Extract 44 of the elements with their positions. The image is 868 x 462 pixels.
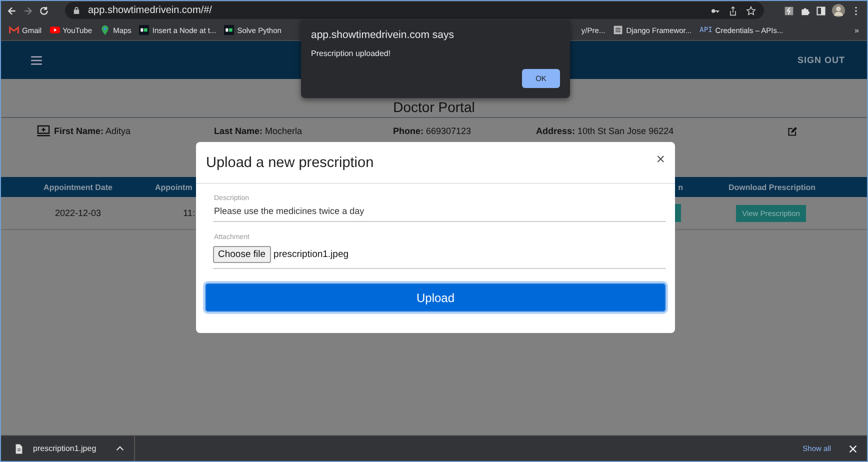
address-bar[interactable]: app.showtimedrivein.com/#/ [65,2,764,19]
dialog-title: Upload a new prescription [206,154,374,170]
monitor-icon [37,125,50,137]
table-cell-text: 11: [182,208,195,218]
avatar-icon[interactable] [832,4,845,17]
alert-message: Prescription uploaded! [311,49,392,58]
profile-field: Address: 10th St San Jose 96224 [536,126,788,136]
puzzle-icon[interactable] [800,6,810,16]
profile-field: Last Name: Mocherla [214,126,393,136]
column-header: Download Prescription [727,182,817,192]
forward-icon[interactable] [23,6,33,16]
profile-field: Phone: 669307123 [393,126,536,136]
document-icon [613,25,624,35]
column-header: n [677,182,683,192]
reload-icon[interactable] [39,6,49,16]
play-icon [50,25,60,35]
sidebar-icon[interactable] [816,6,826,16]
download-item[interactable]: prescription1.jpeg [33,444,96,453]
close-icon[interactable] [849,444,857,452]
lock-icon [73,6,80,15]
caret-icon[interactable] [116,446,124,451]
back-icon[interactable] [7,6,17,16]
column-header: Appointm [155,182,194,192]
choose-file-button[interactable]: Choose file [213,246,271,263]
site-icon [224,25,234,35]
menu-icon[interactable] [31,56,42,64]
alert-title: app.showtimedrivein.com says [311,29,455,41]
share-icon[interactable] [728,6,738,16]
file-icon [15,444,23,454]
extension-icon[interactable] [784,6,794,16]
more-bookmarks[interactable]: » [854,26,859,34]
upload-button[interactable]: Upload [205,283,666,312]
star-icon[interactable] [746,6,756,16]
table-cell-text: 2022-12-03 [54,208,102,218]
column-header: Appointment Date [42,182,114,192]
edit-icon[interactable] [788,126,797,136]
map-pin-icon [100,25,110,35]
page-title: Doctor Portal [392,98,476,117]
envelope-icon [9,25,19,35]
site-icon [139,25,150,35]
sign-out-link[interactable]: SIGN OUT [797,55,845,65]
file-name: prescription1.jpeg [274,249,349,260]
profile-field: First Name: Aditya [54,126,214,136]
close-button[interactable]: × [656,151,665,174]
